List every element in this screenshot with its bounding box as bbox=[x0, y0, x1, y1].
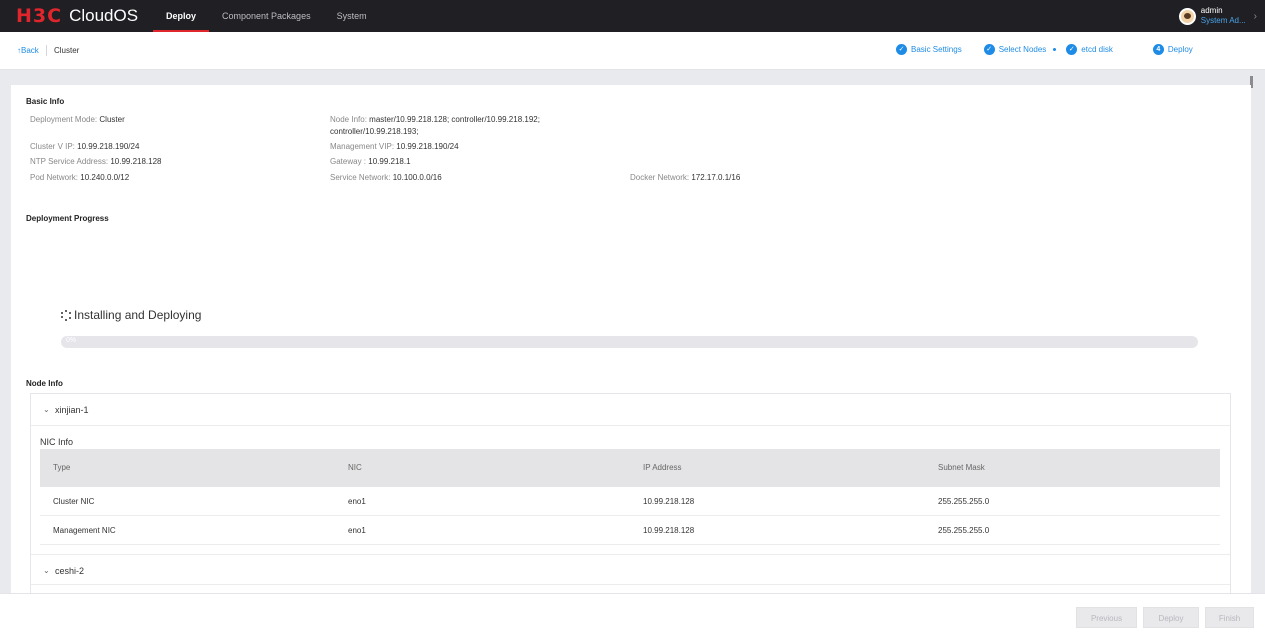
node-info-summary: Node Info: master/10.99.218.128; control… bbox=[330, 114, 580, 138]
progress-status-text: Installing and Deploying bbox=[74, 308, 202, 322]
label: Docker Network: bbox=[630, 173, 690, 182]
value: 10.99.218.190/24 bbox=[396, 142, 459, 151]
footer-bar: Previous Deploy Finish bbox=[0, 593, 1265, 635]
chevron-down-icon[interactable]: ⌄ bbox=[43, 405, 50, 414]
main-nav: Deploy Component Packages System bbox=[153, 0, 380, 32]
step-connector-dot bbox=[1053, 48, 1057, 51]
check-icon: ✓ bbox=[896, 44, 907, 55]
back-label: Back bbox=[21, 46, 39, 55]
chevron-down-icon[interactable]: ⌄ bbox=[43, 566, 50, 575]
step-select-nodes[interactable]: ✓ Select Nodes bbox=[983, 44, 1047, 55]
cluster-vip: Cluster V IP: 10.99.218.190/24 bbox=[30, 142, 139, 151]
deploy-card: Basic Info Deployment Mode: Cluster Node… bbox=[11, 85, 1251, 595]
node-list: ⌄ xinjian-1 NIC Info Type NIC IP Address… bbox=[30, 393, 1231, 595]
logo: H3C CloudOS bbox=[16, 5, 139, 27]
previous-button[interactable]: Previous bbox=[1076, 607, 1137, 628]
user-menu[interactable]: admin System Ad... › bbox=[1178, 5, 1257, 27]
docker-network: Docker Network: 172.17.0.1/16 bbox=[630, 173, 740, 182]
step-number: 4 bbox=[1152, 44, 1164, 55]
table-cell: 255.255.255.0 bbox=[938, 497, 990, 506]
deployment-mode: Deployment Mode: Cluster bbox=[30, 115, 125, 124]
column-header: IP Address bbox=[643, 463, 682, 472]
table-cell: eno1 bbox=[348, 526, 366, 535]
top-navigation-bar: H3C CloudOS Deploy Component Packages Sy… bbox=[0, 0, 1265, 32]
progress-bar: 0% bbox=[61, 336, 1198, 348]
value: 10.99.218.190/24 bbox=[77, 142, 140, 151]
step-label: etcd disk bbox=[1081, 45, 1113, 54]
ntp-service-address: NTP Service Address: 10.99.218.128 bbox=[30, 157, 162, 166]
value: 10.99.218.1 bbox=[368, 157, 411, 166]
management-vip: Management VIP: 10.99.218.190/24 bbox=[330, 142, 459, 151]
table-cell: Management NIC bbox=[53, 526, 116, 535]
value: 10.99.218.128 bbox=[110, 157, 162, 166]
label: Gateway : bbox=[330, 157, 367, 166]
check-icon: ✓ bbox=[1066, 44, 1078, 55]
breadcrumb-divider bbox=[46, 45, 47, 56]
value: 172.17.0.1/16 bbox=[691, 173, 741, 182]
nic-info-title: NIC Info bbox=[40, 437, 74, 447]
table-row: Cluster NIC eno1 10.99.218.128 255.255.2… bbox=[40, 487, 1220, 516]
chevron-right-icon[interactable]: › bbox=[1254, 11, 1257, 22]
table-cell: 10.99.218.128 bbox=[643, 526, 695, 535]
user-name: admin bbox=[1200, 6, 1223, 15]
node-name: xinjian-1 bbox=[55, 405, 89, 415]
label: Management VIP: bbox=[330, 142, 395, 151]
gateway: Gateway : 10.99.218.1 bbox=[330, 157, 411, 166]
node-panel-header[interactable]: ⌄ ceshi-2 bbox=[31, 554, 1230, 585]
check-icon: ✓ bbox=[983, 44, 995, 55]
service-network: Service Network: 10.100.0.0/16 bbox=[330, 173, 442, 182]
step-deploy[interactable]: 4 Deploy bbox=[1152, 44, 1193, 55]
node-info-title: Node Info bbox=[26, 379, 63, 388]
value: 10.240.0.0/12 bbox=[80, 173, 130, 182]
step-label: Deploy bbox=[1167, 45, 1193, 54]
step-label: Select Nodes bbox=[998, 45, 1047, 54]
basic-info-title: Basic Info bbox=[26, 97, 65, 106]
label: Pod Network: bbox=[30, 173, 79, 182]
label: NTP Service Address: bbox=[30, 157, 109, 166]
table-cell: Cluster NIC bbox=[53, 497, 95, 506]
label: Cluster V IP: bbox=[30, 142, 75, 151]
node-name: ceshi-2 bbox=[55, 566, 85, 576]
user-role: System Ad... bbox=[1200, 16, 1246, 25]
value: Cluster bbox=[99, 115, 125, 124]
label: Node Info: bbox=[330, 115, 367, 124]
breadcrumb: Cluster bbox=[54, 46, 80, 55]
finish-button[interactable]: Finish bbox=[1205, 607, 1254, 628]
step-etcd-disk[interactable]: ✓ etcd disk bbox=[1066, 44, 1113, 55]
step-basic-settings[interactable]: ✓ Basic Settings bbox=[896, 44, 962, 55]
deploy-button[interactable]: Deploy bbox=[1143, 607, 1199, 628]
column-header: NIC bbox=[348, 463, 362, 472]
nic-table: Type NIC IP Address Subnet Mask Cluster … bbox=[40, 449, 1220, 545]
avatar bbox=[1178, 7, 1196, 25]
table-cell: 255.255.255.0 bbox=[938, 526, 990, 535]
wizard-steps: ✓ Basic Settings ✓ Select Nodes ✓ etcd d… bbox=[896, 44, 1193, 55]
loading-spinner-icon bbox=[61, 309, 72, 321]
progress-percent: 0% bbox=[66, 337, 77, 344]
product-name: CloudOS bbox=[69, 6, 139, 25]
table-row: Management NIC eno1 10.99.218.128 255.25… bbox=[40, 516, 1220, 545]
table-cell: 10.99.218.128 bbox=[643, 497, 695, 506]
nav-system[interactable]: System bbox=[324, 0, 380, 32]
back-button[interactable]: ↑Back bbox=[17, 46, 39, 55]
h3c-logo-mark: H3C bbox=[16, 5, 63, 27]
nav-deploy[interactable]: Deploy bbox=[153, 0, 210, 32]
deployment-progress-title: Deployment Progress bbox=[26, 214, 109, 223]
nav-component-packages[interactable]: Component Packages bbox=[209, 0, 324, 32]
table-cell: eno1 bbox=[348, 497, 366, 506]
sub-header: ↑Back Cluster ✓ Basic Settings ✓ Select … bbox=[0, 32, 1265, 88]
table-header: Type NIC IP Address Subnet Mask bbox=[40, 449, 1220, 487]
value: 10.100.0.0/16 bbox=[392, 173, 442, 182]
column-header: Subnet Mask bbox=[938, 463, 985, 472]
label: Deployment Mode: bbox=[30, 115, 98, 124]
pod-network: Pod Network: 10.240.0.0/12 bbox=[30, 173, 129, 182]
column-header: Type bbox=[53, 463, 71, 472]
node-panel-header[interactable]: ⌄ xinjian-1 bbox=[31, 394, 1230, 426]
step-label: Basic Settings bbox=[911, 45, 962, 54]
user-info: admin System Ad... bbox=[1201, 6, 1246, 26]
label: Service Network: bbox=[330, 173, 391, 182]
progress-status: Installing and Deploying bbox=[61, 308, 201, 322]
